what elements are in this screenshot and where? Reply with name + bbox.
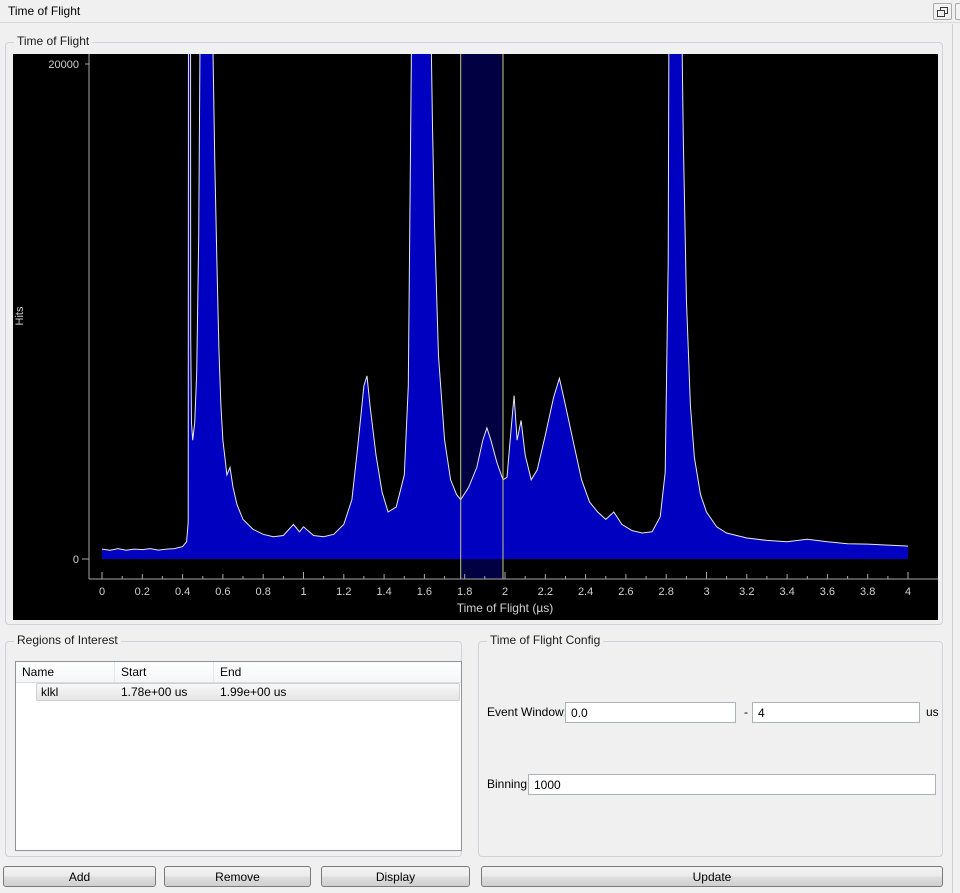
y-tick-label: 0 (73, 554, 79, 566)
x-tick-label: 1.4 (376, 586, 391, 598)
roi-table-row[interactable]: klkl 1.78e+00 us 1.99e+00 us (16, 683, 461, 702)
binning-label: Binning (487, 774, 527, 795)
column-header-start[interactable]: Start (115, 662, 214, 682)
roi-table[interactable]: Name Start End klkl 1.78e+00 us 1.99e+00… (15, 661, 462, 851)
tof-histogram-svg: 0200004000060000800001000001200001400001… (13, 54, 938, 620)
dock-title: Time of Flight (8, 4, 80, 18)
x-tick-label: 0.8 (256, 586, 271, 598)
x-tick-label: 1 (300, 586, 306, 598)
right-panel-divider (952, 24, 953, 893)
close-button-partial[interactable] (955, 3, 960, 20)
x-tick-label: 3.4 (779, 586, 794, 598)
tof-histogram-plot[interactable]: 0200004000060000800001000001200001400001… (13, 54, 938, 620)
x-tick-label: 2 (502, 586, 508, 598)
float-window-button[interactable] (933, 3, 952, 20)
x-tick-label: 4 (905, 586, 911, 598)
event-window-end-input[interactable] (752, 702, 920, 723)
x-tick-label: 0.2 (135, 586, 150, 598)
event-window-start-input[interactable] (565, 702, 736, 723)
x-tick-label: 3.2 (739, 586, 754, 598)
roi-table-header: Name Start End (16, 662, 461, 683)
roi-cell-name: klkl (16, 683, 115, 702)
column-header-end[interactable]: End (214, 662, 461, 682)
roi-cell-start: 1.78e+00 us (115, 683, 214, 702)
y-axis-title: Hits (14, 306, 26, 325)
event-window-label: Event Window: (487, 702, 567, 723)
remove-button[interactable]: Remove (164, 866, 311, 887)
column-header-name[interactable]: Name (16, 662, 115, 682)
event-window-range-separator: - (744, 702, 748, 723)
x-tick-label: 1.6 (417, 586, 432, 598)
x-tick-label: 2.2 (538, 586, 553, 598)
x-tick-label: 2.8 (659, 586, 674, 598)
add-button[interactable]: Add (3, 866, 156, 887)
binning-input[interactable] (528, 774, 936, 795)
x-tick-label: 1.2 (336, 586, 351, 598)
x-tick-label: 0.6 (215, 586, 230, 598)
event-window-unit-label: us (926, 702, 939, 723)
roi-cell-end: 1.99e+00 us (214, 683, 461, 702)
x-tick-label: 0 (99, 586, 105, 598)
float-window-icon (937, 7, 948, 17)
config-groupbox: Time of Flight Config Event Window: - us… (478, 641, 943, 857)
x-axis-title: Time of Flight (µs) (457, 601, 553, 615)
x-tick-label: 3.8 (860, 586, 875, 598)
tof-chart-groupbox-label: Time of Flight (14, 34, 92, 48)
x-tick-label: 3.6 (820, 586, 835, 598)
display-button[interactable]: Display (321, 866, 470, 887)
x-tick-label: 2.4 (578, 586, 593, 598)
x-tick-label: 1.8 (457, 586, 472, 598)
config-groupbox-label: Time of Flight Config (487, 633, 603, 647)
update-button[interactable]: Update (481, 866, 943, 887)
x-tick-label: 2.6 (618, 586, 633, 598)
roi-groupbox: Regions of Interest Name Start End klkl … (5, 641, 462, 857)
x-tick-label: 0.4 (175, 586, 190, 598)
tof-chart-groupbox: Time of Flight 0200004000060000800001000… (5, 42, 943, 625)
x-tick-label: 3 (703, 586, 709, 598)
dock-titlebar[interactable]: Time of Flight (0, 0, 960, 23)
roi-groupbox-label: Regions of Interest (14, 633, 121, 647)
y-tick-label: 20000 (48, 59, 79, 71)
histogram-area (102, 54, 908, 559)
